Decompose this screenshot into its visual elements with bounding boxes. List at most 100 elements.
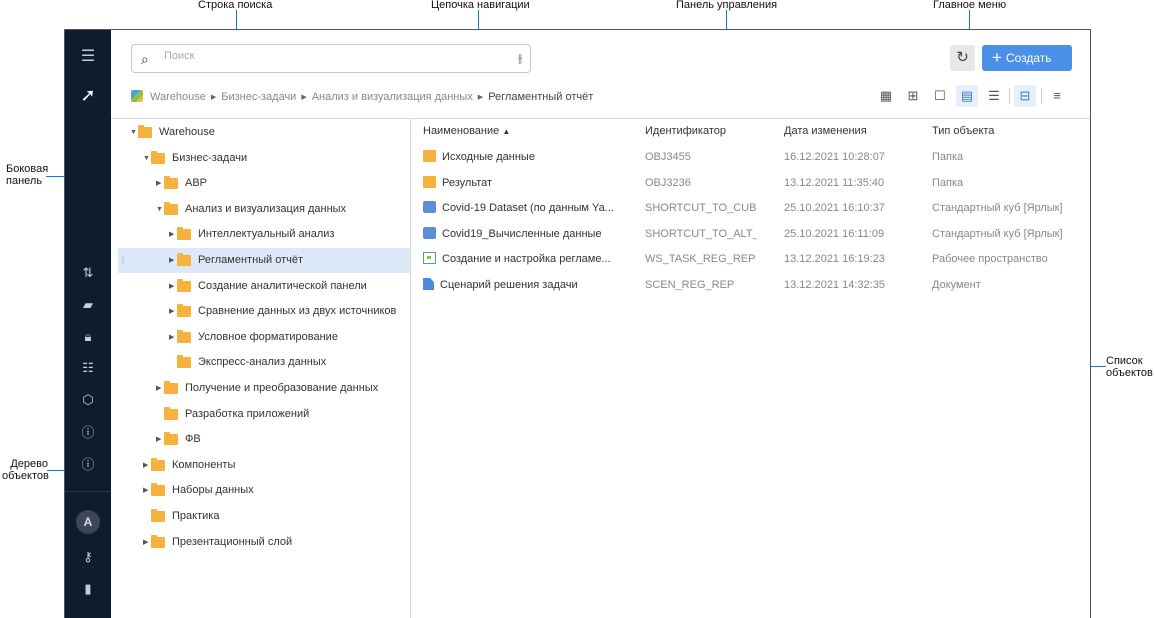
chevron-right-icon[interactable]: ▶ <box>169 222 174 247</box>
filter-icon[interactable]: ≡ <box>1046 85 1068 107</box>
table-row[interactable]: Covid19_Вычисленные данные SHORTCUT_TO_A… <box>411 222 1090 247</box>
search-bar[interactable]: ⌕ ⫲ <box>131 44 531 73</box>
key-icon[interactable]: ⚷ <box>65 549 111 565</box>
small-grid-icon[interactable]: ▦ <box>875 85 897 107</box>
table-row[interactable]: Создание и настройка регламе... WS_TASK_… <box>411 247 1090 272</box>
folder-icon <box>177 227 191 241</box>
tree-node-label: Наборы данных <box>172 484 254 497</box>
table-row[interactable]: Covid-19 Dataset (по данным Ya... SHORTC… <box>411 196 1090 221</box>
folder-icon <box>177 329 191 343</box>
tree-node[interactable]: ▼ Бизнес-задачи <box>118 146 410 171</box>
chevron-down-icon[interactable]: ▼ <box>156 197 163 222</box>
breadcrumb-item[interactable]: Анализ и визуализация данных <box>312 91 473 103</box>
tree-node-label: Анализ и визуализация данных <box>185 202 347 215</box>
tree-node-label: АВР <box>185 177 208 190</box>
tree-node[interactable]: Практика <box>118 504 410 529</box>
chevron-right-icon[interactable]: ▶ <box>169 325 174 350</box>
cell-date: 25.10.2021 16:10:37 <box>784 202 885 215</box>
tree-toggle-icon[interactable]: ⊟ <box>1014 85 1036 107</box>
cell-type: Стандартный куб [Ярлык] <box>932 202 1063 215</box>
table-row[interactable]: Сценарий решения задачи SCEN_REG_REP 13.… <box>411 273 1090 298</box>
object-name: Исходные данные <box>442 151 535 163</box>
chevron-right-icon: ▶ <box>301 94 307 101</box>
object-name: Результат <box>442 176 493 189</box>
tree-node-label: Разработка приложений <box>185 407 310 420</box>
drag-handle-icon[interactable]: ⁞⁞ <box>121 248 125 273</box>
folder-icon <box>164 201 178 215</box>
table-icon[interactable]: ▤ <box>956 85 978 107</box>
tree-node[interactable]: ▶ Сравнение данных из двух источников <box>118 299 410 324</box>
column-header-date[interactable]: Дата изменения <box>784 125 867 137</box>
lock-icon[interactable]: 🔒︎ <box>65 329 111 345</box>
info-icon[interactable]: ⓘ <box>65 457 111 473</box>
toolbar-divider <box>1041 88 1042 104</box>
chevron-right-icon[interactable]: ▶ <box>156 171 161 196</box>
tree-node[interactable]: ▶ Интеллектуальный анализ <box>118 222 410 247</box>
tree-node[interactable]: ▶ Наборы данных <box>118 478 410 503</box>
refresh-button[interactable]: ↻ <box>950 45 975 71</box>
toggle-icon[interactable]: ☷ <box>65 360 111 376</box>
table-row[interactable]: Исходные данные OBJ3455 16.12.2021 10:28… <box>411 145 1090 170</box>
tree-node[interactable]: ⁞⁞ ▶ Регламентный отчёт <box>118 248 410 273</box>
folder-icon <box>151 483 165 497</box>
chevron-right-icon[interactable]: ▶ <box>169 299 174 324</box>
list-icon[interactable]: ☰ <box>983 85 1005 107</box>
tile-icon[interactable]: ☐ <box>929 85 951 107</box>
cube-icon[interactable]: ⬡ <box>65 392 111 408</box>
object-name: Создание и настройка регламе... <box>442 253 611 266</box>
cell-id: OBJ3455 <box>645 151 691 163</box>
breadcrumb-item[interactable]: Бизнес-задачи <box>221 91 296 103</box>
tree-node[interactable]: ▶ ФВ <box>118 427 410 452</box>
logout-icon[interactable]: ▮ <box>65 581 111 597</box>
breadcrumb: Warehouse ▶ Бизнес-задачи ▶ Анализ и визуали… <box>131 90 593 103</box>
column-header-type[interactable]: Тип объекта <box>932 125 994 137</box>
tree-node[interactable]: Экспресс-анализ данных <box>118 350 410 375</box>
menu-icon[interactable]: ☰ <box>65 49 111 65</box>
chevron-down-icon[interactable]: ▼ <box>143 146 150 171</box>
folder-icon <box>138 125 152 138</box>
chevron-right-icon[interactable]: ▶ <box>156 376 161 401</box>
chevron-right-icon[interactable]: ▶ <box>143 530 148 555</box>
tree-node[interactable]: ▼ Анализ и визуализация данных <box>118 197 410 222</box>
repository-icon <box>131 90 143 102</box>
sort-ascending-icon: ▲ <box>502 127 511 136</box>
chevron-down-icon[interactable]: ▼ <box>130 120 137 145</box>
object-name: Covid-19 Dataset (по данным Ya... <box>442 202 614 215</box>
breadcrumb-item[interactable]: Warehouse <box>150 91 206 103</box>
tree-node[interactable]: ▶ Условное форматирование <box>118 325 410 350</box>
chevron-right-icon[interactable]: ▶ <box>143 478 148 503</box>
tree-node[interactable]: ▶ Компоненты <box>118 453 410 478</box>
folder-icon <box>164 381 178 394</box>
tree-node-label: Бизнес-задачи <box>172 151 248 164</box>
column-header-name[interactable]: Наименование ▲ <box>423 125 510 137</box>
tree-node[interactable]: Разработка приложений <box>118 402 410 427</box>
tree-node[interactable]: ▶ АВР <box>118 171 410 196</box>
avatar[interactable]: A <box>76 510 100 534</box>
briefcase-icon[interactable]: ▰ <box>65 297 111 313</box>
chevron-right-icon[interactable]: ▶ <box>169 274 174 299</box>
cell-id: OBJ3236 <box>645 176 691 189</box>
refresh-icon: ↻ <box>956 49 969 66</box>
search-input[interactable] <box>164 50 484 62</box>
chevron-right-icon[interactable]: ▶ <box>156 427 161 452</box>
column-header-id[interactable]: Идентификатор <box>645 125 726 137</box>
tree-node[interactable]: ▶ Создание аналитической панели <box>118 274 410 299</box>
chevron-right-icon[interactable]: ▶ <box>169 248 174 273</box>
folder-icon <box>151 150 165 164</box>
logo-icon[interactable]: ➚ <box>65 86 111 104</box>
import-export-icon[interactable]: ⇅ <box>65 265 111 281</box>
chevron-right-icon[interactable]: ▶ <box>143 453 148 478</box>
create-button[interactable]: + Создать <box>982 45 1072 71</box>
large-grid-icon[interactable]: ⊞ <box>902 85 924 107</box>
tree-node[interactable]: ▶ Презентационный слой <box>118 530 410 555</box>
cell-date: 13.12.2021 16:19:23 <box>784 253 885 266</box>
help-icon[interactable]: ⓘ <box>65 425 111 441</box>
tree-node-label: Презентационный слой <box>172 535 293 548</box>
tree-node[interactable]: ▼ Warehouse <box>118 120 410 145</box>
table-row[interactable]: Результат OBJ3236 13.12.2021 11:35:40 Па… <box>411 171 1090 196</box>
cell-date: 16.12.2021 10:28:07 <box>784 151 885 163</box>
tree-node[interactable]: ▶ Получение и преобразование данных <box>118 376 410 401</box>
breadcrumb-current: Регламентный отчёт <box>488 91 594 103</box>
annotation-tree: Дерево объектов <box>2 458 49 482</box>
search-settings-icon[interactable]: ⫲ <box>518 51 522 66</box>
